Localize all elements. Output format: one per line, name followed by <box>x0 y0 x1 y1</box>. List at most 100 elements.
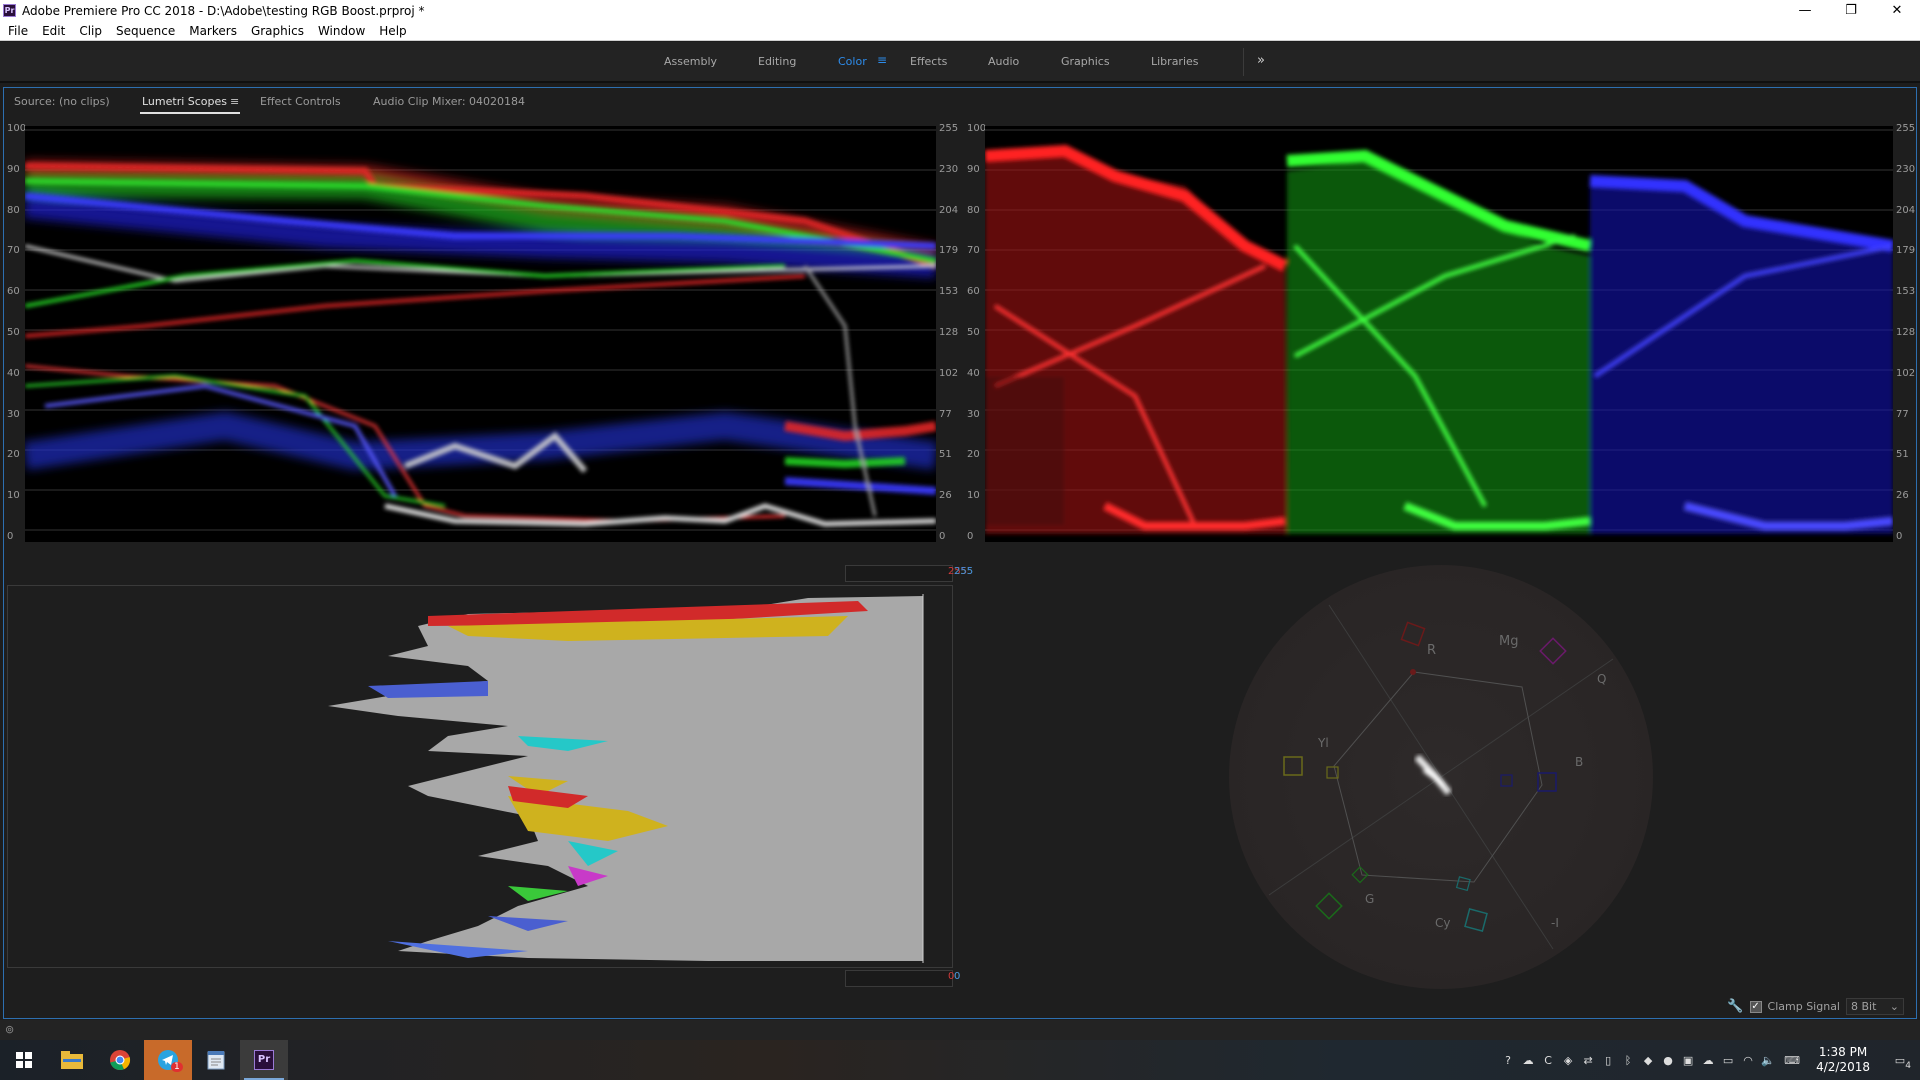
bluetooth-icon[interactable]: ᛒ <box>1618 1040 1638 1080</box>
system-tray: ? ☁ C ◈ ⇄ ▯ ᛒ ◆ ● ▣ ☁ ▭ ◠ 🔈 ⌨ 1:38 PM 4/… <box>1498 1040 1920 1080</box>
notepad-icon[interactable] <box>192 1040 240 1080</box>
tab-source[interactable]: Source: (no clips) <box>14 95 110 108</box>
menu-graphics[interactable]: Graphics <box>251 24 304 38</box>
parade-right-tick: 204 <box>1896 204 1916 216</box>
waveform-left-tick: 20 <box>7 449 20 461</box>
menu-clip[interactable]: Clip <box>79 24 102 38</box>
creative-cloud-icon[interactable]: ☁ <box>1518 1040 1538 1080</box>
vs-label-mg: Mg <box>1499 634 1518 649</box>
chrome-icon[interactable] <box>96 1040 144 1080</box>
workspace-tab-audio[interactable]: Audio <box>988 55 1019 68</box>
file-explorer-icon[interactable] <box>48 1040 96 1080</box>
window-title: Adobe Premiere Pro CC 2018 - D:\Adobe\te… <box>22 3 425 18</box>
app-status-bar: ⊚ <box>0 1020 1920 1040</box>
onedrive-icon[interactable]: ☁ <box>1698 1040 1718 1080</box>
menu-sequence[interactable]: Sequence <box>116 24 175 38</box>
waveform-scope[interactable] <box>25 126 936 542</box>
chevron-down-icon: ⌄ <box>1889 1000 1899 1013</box>
histogram-scope[interactable] <box>7 585 953 968</box>
parade-right-tick: 153 <box>1896 286 1916 298</box>
parade-left-tick: 40 <box>967 367 980 379</box>
restore-button[interactable]: ❐ <box>1828 0 1874 21</box>
parade-right-tick: 255 <box>1896 123 1916 134</box>
title-bar: Pr Adobe Premiere Pro CC 2018 - D:\Adobe… <box>0 0 1920 21</box>
waveform-left-tick: 0 <box>7 531 14 542</box>
waveform-right-tick: 179 <box>939 245 959 257</box>
parade-left-tick: 80 <box>967 204 980 216</box>
menu-file[interactable]: File <box>8 24 28 38</box>
workspace-menu-icon[interactable]: ≡ <box>877 53 887 67</box>
vs-label-r: R <box>1427 643 1436 658</box>
parade-left-tick: 90 <box>967 163 980 175</box>
usb-drive-icon[interactable]: ▯ <box>1598 1040 1618 1080</box>
readout-blue-min: 0 <box>954 971 961 982</box>
tab-effect-controls[interactable]: Effect Controls <box>260 95 341 108</box>
chrome-tray-icon[interactable]: ● <box>1658 1040 1678 1080</box>
parade-left-tick: 10 <box>967 490 980 502</box>
workspaces-overflow-icon[interactable]: » <box>1257 53 1265 68</box>
workspace-tab-assembly[interactable]: Assembly <box>664 55 717 68</box>
parade-left-tick: 60 <box>967 286 980 298</box>
menu-markers[interactable]: Markers <box>189 24 237 38</box>
nvidia-icon[interactable]: ▣ <box>1678 1040 1698 1080</box>
dropbox-icon[interactable]: ◆ <box>1638 1040 1658 1080</box>
status-indicator-icon[interactable]: ⊚ <box>5 1023 14 1036</box>
vs-label-cy: Cy <box>1435 916 1450 930</box>
waveform-right-tick: 128 <box>939 327 959 338</box>
vs-label-b: B <box>1575 755 1583 769</box>
waveform-right-tick: 26 <box>939 490 952 502</box>
vectorscope[interactable]: R Mg Q Yl B G Cy -I <box>1229 565 1653 989</box>
vs-label-q: Q <box>1597 672 1606 686</box>
waveform-left-tick: 50 <box>7 327 20 338</box>
tab-lumetri-scopes[interactable]: Lumetri Scopes <box>142 95 227 108</box>
menu-edit[interactable]: Edit <box>42 24 65 38</box>
bit-depth-select[interactable]: 8 Bit ⌄ <box>1846 998 1904 1015</box>
telegram-icon[interactable]: 1 <box>144 1040 192 1080</box>
scope-settings-bar: 🔧 ✓ Clamp Signal 8 Bit ⌄ <box>1727 998 1904 1015</box>
parade-left-tick: 70 <box>967 245 980 257</box>
rgb-parade-scope[interactable] <box>985 126 1893 542</box>
minimize-button[interactable]: — <box>1782 0 1828 21</box>
premiere-app-icon: Pr <box>3 4 16 17</box>
waveform-graphic <box>25 129 936 531</box>
waveform-right-tick: 204 <box>939 204 959 216</box>
workspace-tab-graphics[interactable]: Graphics <box>1061 55 1110 68</box>
power-icon[interactable]: ▭ <box>1718 1040 1738 1080</box>
workspace-tab-effects[interactable]: Effects <box>910 55 947 68</box>
keyboard-icon[interactable]: ⌨ <box>1778 1040 1806 1080</box>
workspace-tab-color[interactable]: Color <box>838 55 867 68</box>
notification-center-icon[interactable]: ▭ 4 <box>1880 1040 1920 1080</box>
histogram-graphic <box>328 594 924 963</box>
tab-audio-clip-mixer[interactable]: Audio Clip Mixer: 04020184 <box>373 95 525 108</box>
workspace-tab-libraries[interactable]: Libraries <box>1151 55 1199 68</box>
parade-right-tick: 77 <box>1896 408 1909 420</box>
help-icon[interactable]: ? <box>1498 1040 1518 1080</box>
system-clock[interactable]: 1:38 PM 4/2/2018 <box>1816 1045 1870 1075</box>
clamp-signal-checkbox[interactable]: ✓ <box>1749 1000 1762 1013</box>
vectorscope-graphic: R Mg Q Yl B G Cy -I <box>1229 565 1653 989</box>
active-tab-indicator <box>140 112 240 114</box>
menu-help[interactable]: Help <box>379 24 406 38</box>
waveform-right-tick: 77 <box>939 408 952 420</box>
parade-left-tick: 100 <box>967 123 987 134</box>
wifi-icon[interactable]: ◠ <box>1738 1040 1758 1080</box>
readout-blue-max: 255 <box>954 566 974 577</box>
close-button[interactable]: ✕ <box>1874 0 1920 21</box>
wrench-icon[interactable]: 🔧 <box>1727 999 1743 1014</box>
histogram-bottom-readout: 0 0 0 <box>845 970 960 987</box>
waveform-left-tick: 40 <box>7 367 20 379</box>
premiere-pro-taskbar-icon[interactable]: Pr <box>240 1040 288 1080</box>
parade-right-tick: 51 <box>1896 449 1909 461</box>
volume-icon[interactable]: 🔈 <box>1758 1040 1778 1080</box>
panel-menu-icon[interactable]: ≡ <box>230 95 239 108</box>
shield-icon[interactable]: ◈ <box>1558 1040 1578 1080</box>
menu-window[interactable]: Window <box>318 24 365 38</box>
workspace-tab-editing[interactable]: Editing <box>758 55 796 68</box>
windows-start-button[interactable] <box>0 1040 48 1080</box>
premiere-pro-icon: Pr <box>254 1050 274 1070</box>
workspace-bar: Assembly Editing Color ≡ Effects Audio G… <box>0 42 1920 83</box>
network-share-icon[interactable]: ⇄ <box>1578 1040 1598 1080</box>
ccleaner-icon[interactable]: C <box>1538 1040 1558 1080</box>
parade-left-tick: 50 <box>967 327 980 338</box>
waveform-left-tick: 10 <box>7 490 20 502</box>
